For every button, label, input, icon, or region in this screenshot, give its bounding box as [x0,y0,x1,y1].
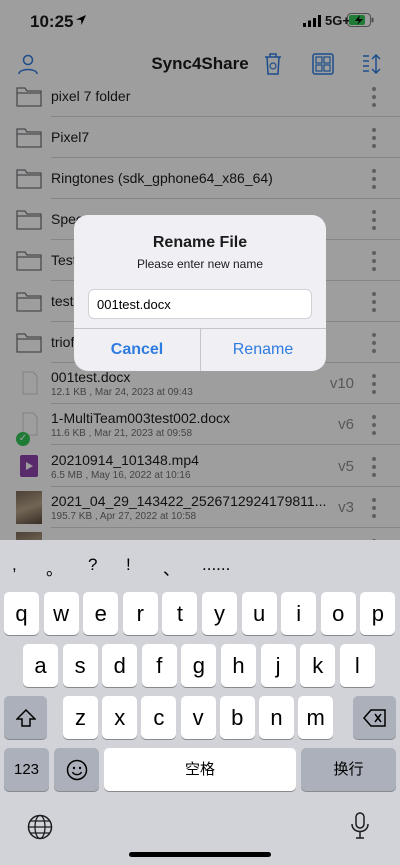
key-l[interactable]: l [339,644,375,687]
key-t[interactable]: t [162,592,198,635]
emoji-key[interactable] [54,748,99,791]
candidate-item[interactable]: ...... [202,555,230,575]
cancel-button[interactable]: Cancel [74,329,200,371]
rename-file-dialog: Rename File Please enter new name Cancel… [74,215,326,371]
key-s[interactable]: s [62,644,98,687]
candidate-item[interactable]: 、 [163,555,180,580]
key-c[interactable]: c [141,696,177,739]
shift-key[interactable] [4,696,47,739]
dialog-title: Rename File [152,234,248,251]
key-h[interactable]: h [221,644,256,687]
key-r[interactable]: r [122,592,158,635]
globe-icon[interactable] [27,814,53,840]
microphone-icon[interactable] [350,812,370,840]
key-q[interactable]: q [4,592,39,635]
filename-input[interactable] [89,290,311,318]
delete-key[interactable] [353,696,396,739]
backspace-icon [362,708,386,727]
candidate-item[interactable]: , [12,555,17,575]
emoji-icon [66,759,87,780]
shift-icon [15,708,36,727]
filename-field[interactable] [88,289,312,319]
key-p[interactable]: p [360,592,396,635]
key-z[interactable]: z [63,696,98,739]
key-n[interactable]: n [259,696,294,739]
key-g[interactable]: g [181,644,217,687]
key-x[interactable]: x [102,696,138,739]
return-key[interactable]: 换行 [301,748,396,791]
candidate-item[interactable]: ? [88,555,97,575]
key-y[interactable]: y [202,592,237,635]
key-v[interactable]: v [180,696,216,739]
key-e[interactable]: e [83,592,119,635]
home-indicator [129,852,271,857]
key-w[interactable]: w [43,592,79,635]
space-key[interactable]: 空格 [104,748,296,791]
candidate-item[interactable]: ! [126,555,131,575]
dialog-subtitle: Please enter new name [136,257,264,271]
key-b[interactable]: b [219,696,255,739]
key-a[interactable]: a [23,644,58,687]
key-d[interactable]: d [102,644,138,687]
key-k[interactable]: k [300,644,336,687]
key-u[interactable]: u [241,592,277,635]
keyboard: , 。 ? ! 、 ...... qwertyuiop asdfghjkl zxcv… [0,540,400,865]
key-i[interactable]: i [281,592,317,635]
numbers-key[interactable]: 123 [4,748,49,791]
key-j[interactable]: j [260,644,296,687]
key-m[interactable]: m [298,696,334,739]
candidate-item[interactable]: 。 [46,555,63,580]
key-o[interactable]: o [320,592,356,635]
rename-button[interactable]: Rename [200,329,326,371]
candidate-bar: , 。 ? ! 、 ...... [0,540,400,592]
key-f[interactable]: f [141,644,177,687]
